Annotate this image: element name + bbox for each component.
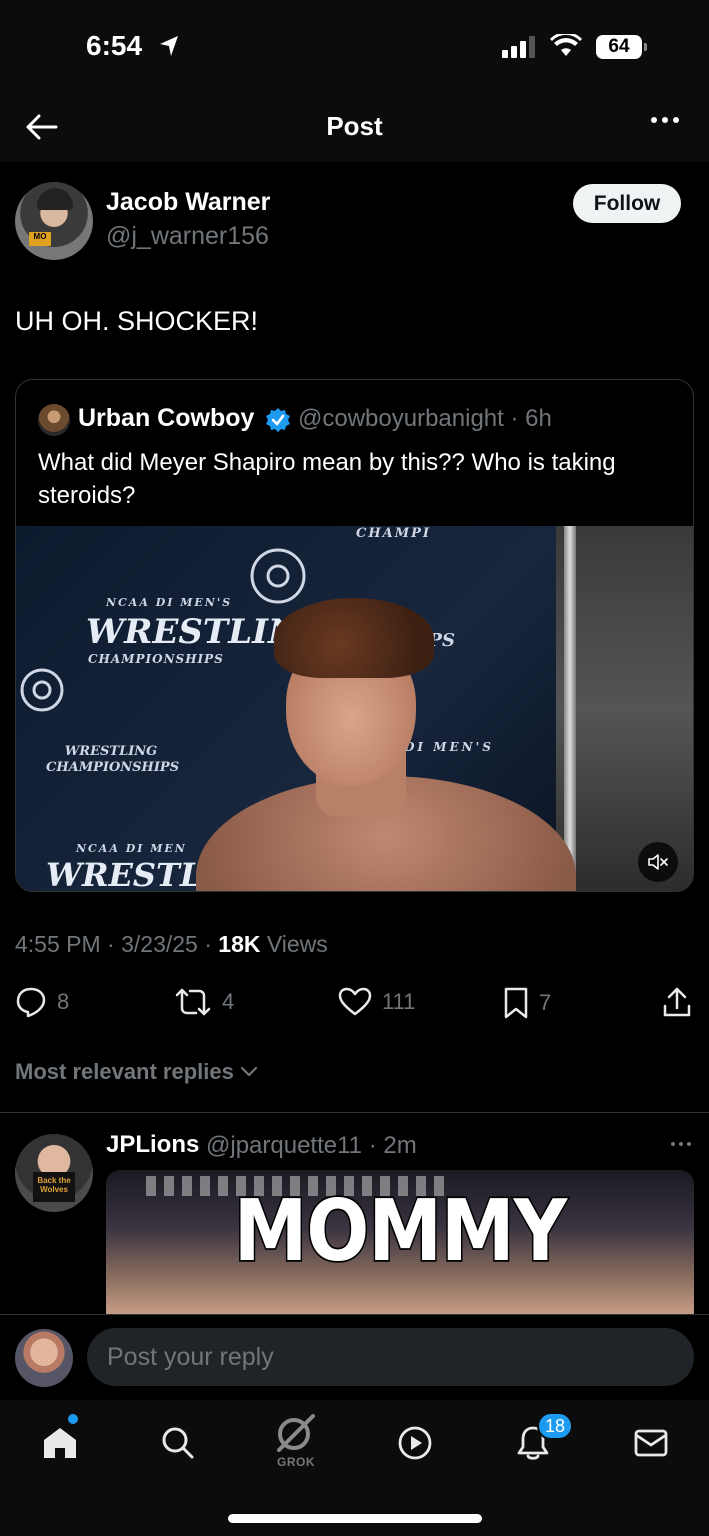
reply-composer xyxy=(0,1314,709,1400)
wifi-icon xyxy=(550,34,582,56)
video-player[interactable]: NCAA DI MEN'S WRESTLING CHAMPIONSHIPS WR… xyxy=(16,526,693,892)
repost-button[interactable]: 4 xyxy=(174,986,234,1018)
bookmark-button[interactable]: 7 xyxy=(503,986,551,1020)
banner-text: NCAA DI MEN'S xyxy=(106,596,233,609)
quoted-post[interactable]: Urban Cowboy @cowboyurbanight · 6h What … xyxy=(15,379,694,892)
divider xyxy=(0,1112,709,1113)
status-time: 6:54 xyxy=(86,30,143,61)
speaker-muted-icon xyxy=(648,854,668,870)
repost-icon xyxy=(175,988,211,1016)
more-options-button[interactable] xyxy=(651,117,679,123)
play-circle-icon xyxy=(398,1426,432,1460)
reply-count: 8 xyxy=(57,989,70,1014)
banner-text: WRESTL xyxy=(46,856,203,892)
home-unread-dot xyxy=(68,1414,78,1424)
bookmark-icon xyxy=(504,987,528,1019)
views-label: Views xyxy=(260,931,328,957)
post-meta: 4:55 PM · 3/23/25 · 18K Views xyxy=(15,931,328,958)
repost-count: 4 xyxy=(222,989,235,1014)
ncaa-logo-icon xyxy=(20,668,64,712)
tab-video[interactable] xyxy=(385,1418,445,1468)
heart-icon xyxy=(338,987,372,1016)
backwall xyxy=(556,526,693,891)
post-text: UH OH. SHOCKER! xyxy=(15,306,259,336)
reply-button[interactable]: 8 xyxy=(15,986,69,1018)
quote-author-handle: @cowboyurbanight · 6h xyxy=(298,405,552,432)
like-button[interactable]: 111 xyxy=(338,986,415,1018)
battery-indicator: 64 xyxy=(596,35,647,59)
banner-text: CHAMPI xyxy=(356,526,431,541)
banner-text: CHAMPIONSHIPS xyxy=(88,652,224,666)
media-caption-text: MOMMY xyxy=(232,1180,568,1282)
tab-search[interactable] xyxy=(148,1418,208,1468)
comment-icon xyxy=(16,987,46,1018)
nav-header: Post xyxy=(0,95,709,162)
grok-icon xyxy=(277,1414,315,1452)
reply-author-name[interactable]: JPLions xyxy=(106,1131,199,1159)
action-bar: 8 4 111 7 xyxy=(0,986,709,1022)
page-title: Post xyxy=(326,111,383,141)
current-user-avatar[interactable] xyxy=(15,1329,73,1387)
grok-label: GROK xyxy=(277,1455,315,1469)
ncaa-logo-icon xyxy=(250,548,306,604)
video-subject-hair xyxy=(274,598,434,678)
reply-media-gif[interactable]: MOMMY xyxy=(106,1170,694,1314)
status-bar: 6:54 64 xyxy=(0,0,709,95)
reply-author-avatar[interactable]: Back the Wolves xyxy=(15,1134,93,1212)
banner-text: DI MEN'S xyxy=(404,740,494,754)
verified-badge-icon xyxy=(266,408,290,432)
cellular-signal-icon xyxy=(502,36,535,58)
tab-home[interactable] xyxy=(30,1418,90,1468)
reply-more-button[interactable] xyxy=(671,1142,691,1146)
reply-input[interactable] xyxy=(87,1328,694,1386)
avatar-shirt-text: Back the Wolves xyxy=(33,1172,75,1202)
home-indicator xyxy=(228,1514,482,1523)
author-name[interactable]: Jacob Warner xyxy=(106,188,270,217)
author-handle[interactable]: @j_warner156 xyxy=(106,222,269,251)
notifications-badge: 18 xyxy=(537,1412,574,1440)
tab-messages[interactable] xyxy=(621,1418,681,1468)
tab-grok[interactable] xyxy=(266,1408,326,1458)
banner-text: WRESTLING CHAMPIONSHIPS xyxy=(46,744,180,775)
location-arrow-icon xyxy=(160,36,178,56)
pole xyxy=(564,526,576,891)
like-count: 111 xyxy=(382,989,416,1014)
mail-icon xyxy=(634,1429,668,1457)
search-icon xyxy=(162,1427,194,1459)
bookmark-count: 7 xyxy=(539,990,552,1015)
quote-author-avatar xyxy=(38,404,70,436)
replies-sort-label: Most relevant replies xyxy=(15,1059,234,1084)
post-timestamp: 4:55 PM · 3/23/25 · xyxy=(15,931,219,957)
share-button[interactable] xyxy=(662,986,692,1018)
replies-sort-dropdown[interactable]: Most relevant replies xyxy=(15,1059,258,1085)
quote-text: What did Meyer Shapiro mean by this?? Wh… xyxy=(38,449,616,509)
views-count[interactable]: 18K xyxy=(218,931,260,957)
follow-button[interactable]: Follow xyxy=(573,184,681,223)
home-icon xyxy=(44,1428,76,1458)
banner-text: NCAA DI MEN xyxy=(76,842,187,855)
share-icon xyxy=(663,987,691,1017)
chevron-down-icon xyxy=(240,1066,257,1077)
author-avatar[interactable]: MO xyxy=(15,182,93,260)
reply-author-handle[interactable]: @jparquette11 · 2m xyxy=(206,1132,417,1160)
quote-author-name: Urban Cowboy xyxy=(78,404,255,432)
mute-button[interactable] xyxy=(638,842,678,882)
